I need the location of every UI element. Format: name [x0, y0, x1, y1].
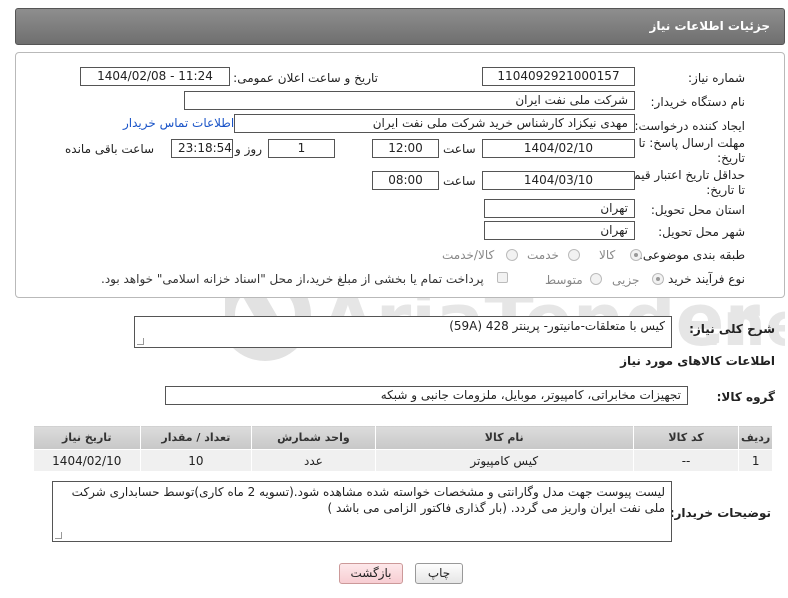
col-code-header: کد کالا — [632, 425, 740, 450]
category-label: طبقه بندی موضوعی: — [638, 248, 745, 262]
validity-time-field: 08:00 — [372, 171, 439, 190]
col-qty-header: تعداد / مقدار — [139, 425, 253, 450]
category-option-service: خدمت — [527, 248, 559, 262]
announce-label: تاریخ و ساعت اعلان عمومی: — [233, 71, 378, 85]
buyer-contact-link[interactable]: اطلاعات تماس خریدار — [123, 116, 234, 130]
buyer-notes-field: لیست پیوست جهت مدل وگارانتی و مشخصات خوا… — [52, 481, 672, 542]
table-row: 1 -- کیس کامپیوتر عدد 10 1404/02/10 — [33, 449, 773, 472]
process-option-minor: جزیی — [612, 273, 640, 287]
need-date-cell: 1404/02/10 — [33, 449, 141, 472]
validity-label-date: تا تاریخ: — [706, 183, 745, 197]
table-header-row: ردیف کد کالا نام کالا واحد شمارش تعداد /… — [33, 425, 773, 450]
buyer-notes-label: توضیحات خریدار: — [669, 506, 771, 520]
col-unit-header: واحد شمارش — [251, 425, 376, 450]
remaining-time-field: 23:18:54 — [171, 139, 233, 158]
need-number-label: شماره نیاز: — [688, 71, 745, 85]
goods-table: ردیف کد کالا نام کالا واحد شمارش تعداد /… — [33, 425, 773, 472]
col-name-header: نام کالا — [374, 425, 634, 450]
summary-label: شرح کلی نیاز: — [689, 322, 775, 336]
province-label: استان محل تحویل: — [650, 203, 745, 217]
summary-resize-handle[interactable] — [137, 338, 144, 345]
treasury-payment-note: پرداخت تمام یا بخشی از مبلغ خرید،از محل … — [101, 272, 484, 286]
creator-label: ایجاد کننده درخواست: — [634, 119, 745, 133]
process-radio-minor[interactable] — [652, 273, 664, 285]
category-option-goods-service: کالا/خدمت — [442, 248, 495, 262]
item-unit-cell: عدد — [251, 449, 376, 472]
item-name-cell: کیس کامپیوتر — [374, 449, 634, 472]
print-button[interactable]: چاپ — [415, 563, 463, 584]
category-radio-goods[interactable] — [630, 249, 642, 261]
process-label: نوع فرآیند خرید : — [660, 272, 745, 286]
city-label: شهر محل تحویل: — [658, 225, 745, 239]
creator-field: مهدی نیکزاد کارشناس خرید شرکت ملی نفت ای… — [234, 114, 635, 133]
remaining-time-label: ساعت باقی مانده — [65, 142, 155, 156]
province-field: تهران — [484, 199, 635, 218]
row-number-cell: 1 — [738, 449, 773, 472]
process-option-medium: متوسط — [545, 273, 583, 287]
item-code-cell: -- — [632, 449, 740, 472]
category-radio-goods-service[interactable] — [506, 249, 518, 261]
back-button[interactable]: بازگشت — [339, 563, 403, 584]
goods-group-label: گروه کالا: — [716, 390, 775, 404]
days-remaining-field: 1 — [268, 139, 335, 158]
treasury-payment-checkbox[interactable] — [497, 272, 508, 283]
page-title: جزئیات اطلاعات نیاز — [649, 19, 770, 33]
col-date-header: تاریخ نیاز — [33, 425, 141, 450]
category-option-goods: کالا — [599, 248, 616, 262]
notes-resize-handle[interactable] — [55, 532, 62, 539]
validity-time-label: ساعت — [443, 174, 476, 188]
need-number-field: 1104092921000157 — [482, 67, 635, 86]
validity-label: حداقل تاریخ اعتبار قیمت: — [618, 168, 745, 182]
days-label: روز و — [235, 142, 262, 156]
validity-date-field: 1404/03/10 — [482, 171, 635, 190]
goods-group-field: تجهیزات مخابراتی، کامپیوتر، موبایل، ملزو… — [165, 386, 688, 405]
category-radio-service[interactable] — [568, 249, 580, 261]
page-title-bar: جزئیات اطلاعات نیاز — [15, 8, 785, 45]
process-radio-medium[interactable] — [590, 273, 602, 285]
deadline-label: مهلت ارسال پاسخ: تا — [638, 136, 745, 150]
deadline-date-field: 1404/02/10 — [482, 139, 635, 158]
announce-datetime-field: 1404/02/08 - 11:24 — [80, 67, 230, 86]
item-qty-cell: 10 — [139, 449, 253, 472]
buyer-org-label: نام دستگاه خریدار: — [650, 95, 746, 109]
deadline-time-label: ساعت — [443, 142, 476, 156]
deadline-label-date: تاریخ: — [717, 151, 745, 165]
city-field: تهران — [484, 221, 635, 240]
goods-section-title: اطلاعات کالاهای مورد نیاز — [620, 354, 775, 368]
col-row-header: ردیف — [738, 425, 773, 450]
buyer-org-field: شرکت ملی نفت ایران — [184, 91, 635, 110]
deadline-time-field: 12:00 — [372, 139, 439, 158]
summary-field: کیس با متعلقات-مانیتور- پرینتر 428 (59A) — [134, 316, 672, 348]
